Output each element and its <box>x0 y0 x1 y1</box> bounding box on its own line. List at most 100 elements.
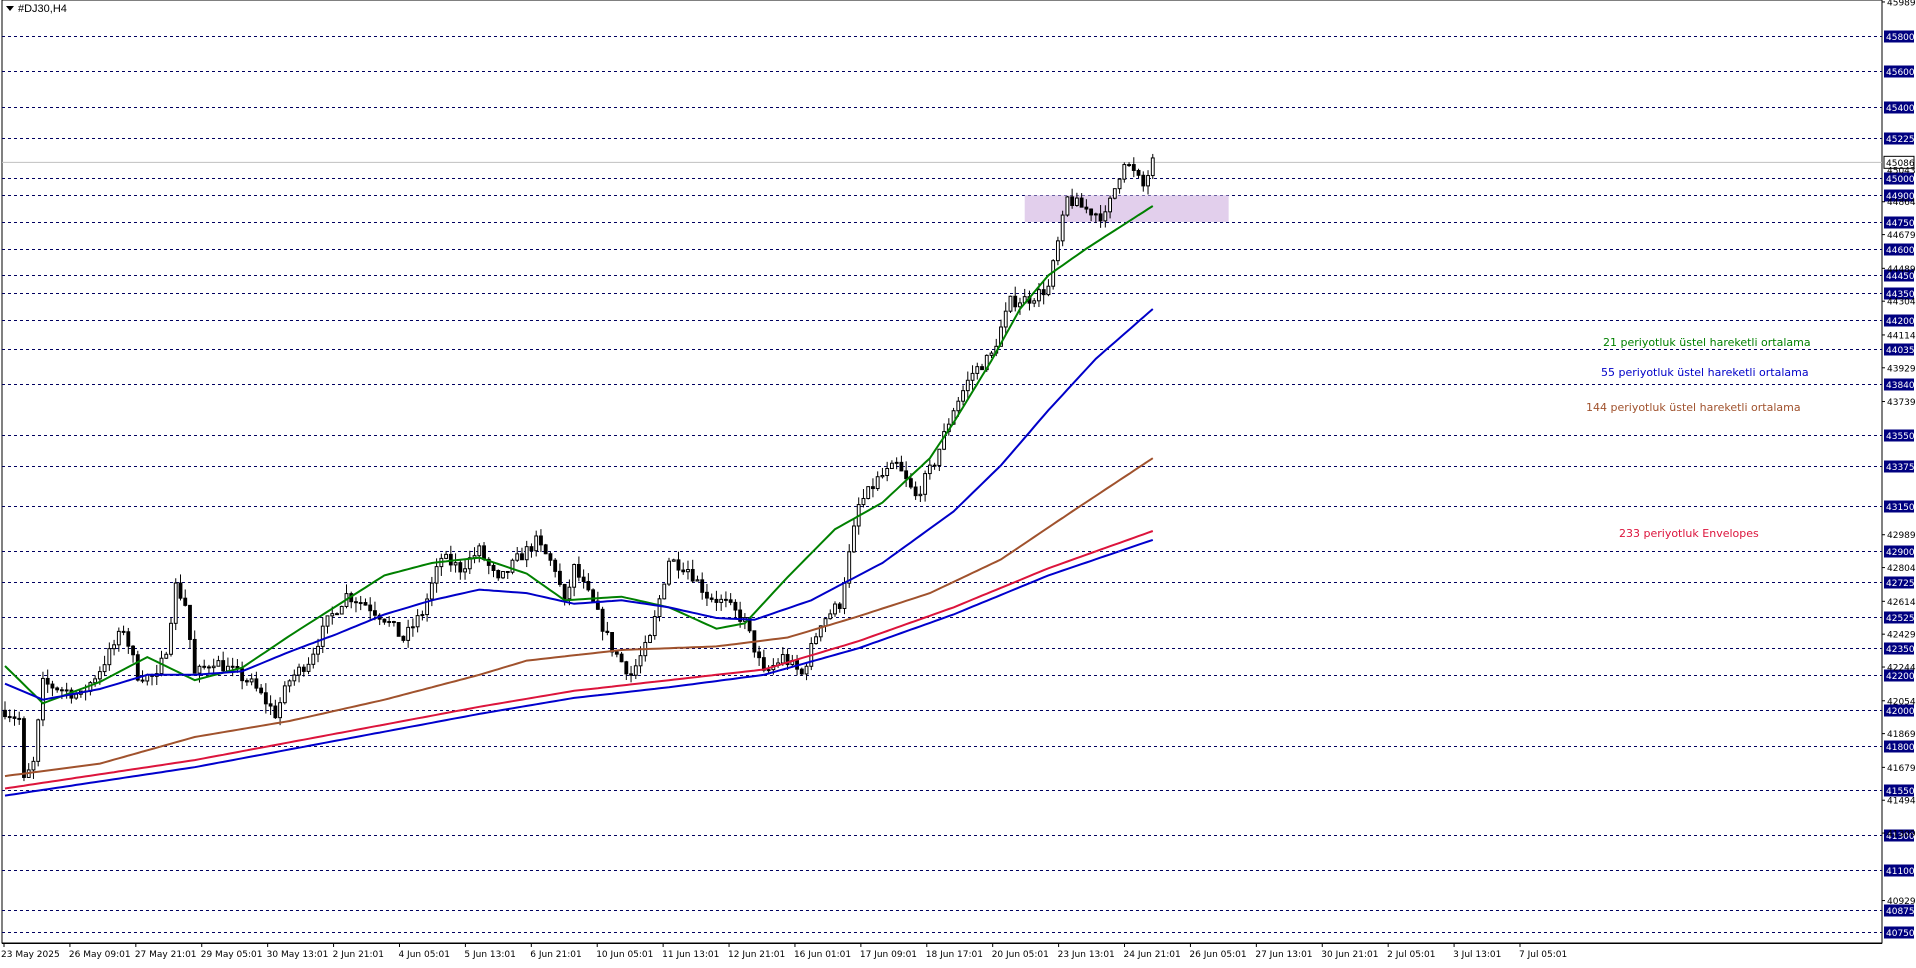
candle[interactable] <box>349 591 354 609</box>
candle[interactable] <box>709 593 714 603</box>
candle[interactable] <box>415 609 420 633</box>
candle[interactable] <box>26 763 31 778</box>
candle[interactable] <box>553 558 558 578</box>
candle[interactable] <box>733 599 738 619</box>
menu-triangle-icon[interactable] <box>6 6 14 11</box>
candle[interactable] <box>496 569 501 581</box>
candle[interactable] <box>363 598 368 606</box>
candle[interactable] <box>453 553 458 573</box>
candle[interactable] <box>610 632 615 657</box>
candle[interactable] <box>605 621 610 636</box>
candle[interactable] <box>278 697 283 726</box>
candle[interactable] <box>406 619 411 648</box>
candle[interactable] <box>102 655 107 677</box>
candle[interactable] <box>301 664 306 677</box>
candle[interactable] <box>1065 195 1070 217</box>
candle[interactable] <box>1074 192 1079 207</box>
candle[interactable] <box>444 550 449 560</box>
candle[interactable] <box>17 711 22 725</box>
candle[interactable] <box>211 658 216 675</box>
candle[interactable] <box>88 681 93 696</box>
candle[interactable] <box>244 678 249 686</box>
candle[interactable] <box>112 639 117 656</box>
candle[interactable] <box>325 615 330 634</box>
candle[interactable] <box>752 630 757 658</box>
candle[interactable] <box>714 590 719 611</box>
candle[interactable] <box>557 563 562 587</box>
candle[interactable] <box>287 679 292 693</box>
candle[interactable] <box>814 632 818 645</box>
candle[interactable] <box>263 683 268 714</box>
candle[interactable] <box>866 486 871 500</box>
candle[interactable] <box>671 558 676 562</box>
candle[interactable] <box>595 591 600 610</box>
candle[interactable] <box>368 597 373 621</box>
candle[interactable] <box>188 604 192 649</box>
candle[interactable] <box>311 647 316 669</box>
candle[interactable] <box>804 663 809 681</box>
candle[interactable] <box>306 657 311 675</box>
candle[interactable] <box>624 660 629 680</box>
candle[interactable] <box>7 709 12 723</box>
candle[interactable] <box>534 530 539 557</box>
candle[interactable] <box>107 642 112 671</box>
candle[interactable] <box>178 574 183 601</box>
candle[interactable] <box>429 576 434 607</box>
candle[interactable] <box>524 540 529 568</box>
candle[interactable] <box>202 659 207 670</box>
candle[interactable] <box>861 489 866 508</box>
candle[interactable] <box>192 630 197 674</box>
candle[interactable] <box>548 551 553 566</box>
candle[interactable] <box>686 560 690 580</box>
candle[interactable] <box>1041 280 1046 305</box>
candle[interactable] <box>126 627 131 654</box>
candle[interactable] <box>463 559 467 580</box>
candle[interactable] <box>268 695 273 716</box>
candle[interactable] <box>937 448 942 472</box>
candle[interactable] <box>335 612 339 616</box>
series-line-0[interactable] <box>4 205 1154 705</box>
candle[interactable] <box>520 547 524 561</box>
candle[interactable] <box>980 363 984 371</box>
candle[interactable] <box>913 481 918 500</box>
candle[interactable] <box>207 664 211 674</box>
candle[interactable] <box>648 633 652 644</box>
candle[interactable] <box>581 569 586 589</box>
candle[interactable] <box>1112 188 1117 200</box>
candle[interactable] <box>282 681 287 705</box>
candle[interactable] <box>662 583 667 600</box>
candle[interactable] <box>837 602 842 613</box>
candle[interactable] <box>629 665 633 683</box>
candle[interactable] <box>894 457 899 470</box>
candle[interactable] <box>828 609 833 620</box>
candle[interactable] <box>472 547 477 564</box>
candle[interactable] <box>700 572 705 600</box>
candle[interactable] <box>510 558 515 575</box>
candle[interactable] <box>932 462 937 470</box>
candle[interactable] <box>918 485 923 503</box>
candle[interactable] <box>965 371 970 400</box>
candle[interactable] <box>975 362 980 380</box>
candle[interactable] <box>799 667 804 676</box>
candle[interactable] <box>121 625 126 636</box>
candle[interactable] <box>586 573 591 592</box>
candle[interactable] <box>728 593 733 606</box>
candle[interactable] <box>3 701 7 720</box>
candle[interactable] <box>501 570 505 580</box>
candle[interactable] <box>515 547 520 562</box>
candle[interactable] <box>1051 259 1056 290</box>
candle[interactable] <box>45 669 50 693</box>
candle[interactable] <box>539 529 543 553</box>
candle[interactable] <box>875 471 880 491</box>
candle[interactable] <box>254 671 259 692</box>
candle[interactable] <box>695 575 700 582</box>
candle[interactable] <box>273 699 278 719</box>
candle[interactable] <box>22 716 26 782</box>
candle[interactable] <box>230 657 235 677</box>
candle[interactable] <box>240 661 245 690</box>
candle[interactable] <box>567 579 572 606</box>
candle[interactable] <box>131 645 135 663</box>
candle[interactable] <box>354 597 358 613</box>
candle[interactable] <box>1136 168 1141 179</box>
candle[interactable] <box>899 455 904 472</box>
